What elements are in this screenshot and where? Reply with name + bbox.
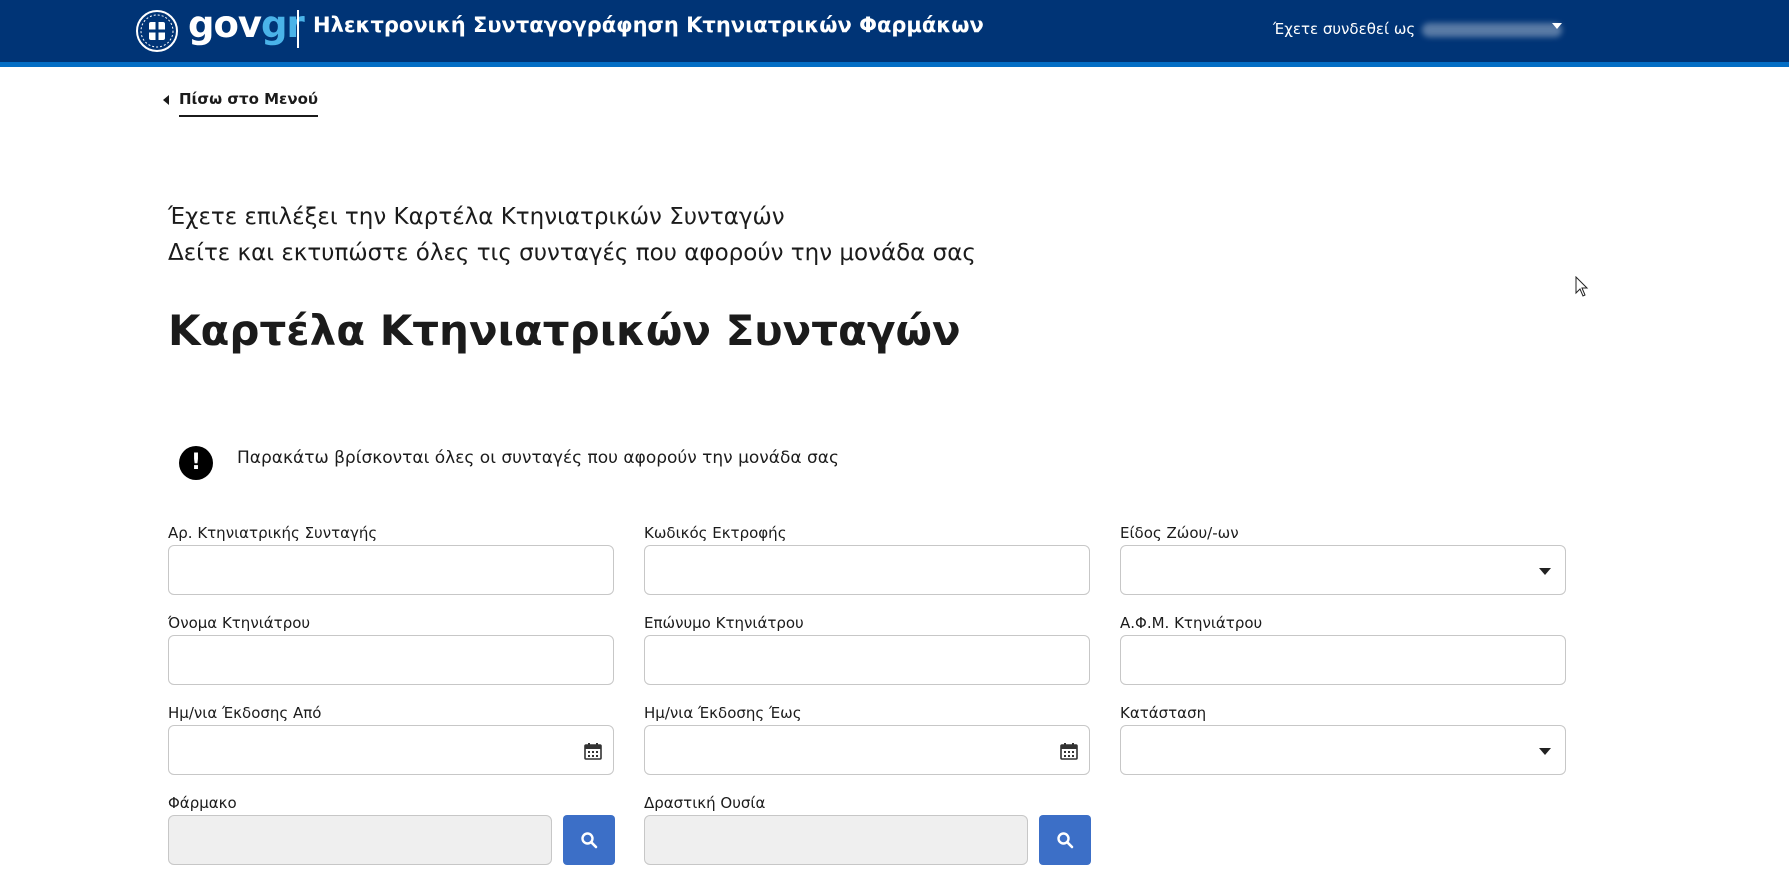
search-icon: [1057, 832, 1074, 849]
active-substance-input[interactable]: [645, 816, 1027, 864]
drug-input[interactable]: [169, 816, 551, 864]
header-accent-strip: [0, 62, 1789, 67]
top-header: govgr Ηλεκτρονική Συνταγογράφηση Κτηνιατ…: [0, 0, 1789, 62]
active-substance-label: Δραστική Ουσία: [644, 794, 766, 812]
notice-text: Παρακάτω βρίσκονται όλες οι συνταγές που…: [237, 448, 839, 468]
chevron-down-icon[interactable]: [1552, 23, 1562, 29]
chevron-down-icon: [1539, 748, 1551, 755]
prescription-number-input[interactable]: [169, 546, 613, 594]
issue-date-from-input[interactable]: [169, 726, 613, 774]
prescription-number-field[interactable]: [168, 545, 614, 595]
page-title: Καρτέλα Κτηνιατρικών Συνταγών: [168, 306, 961, 355]
prescription-number-label: Αρ. Κτηνιατρικής Συνταγής: [168, 524, 378, 542]
drug-field[interactable]: [168, 815, 552, 865]
farm-code-label: Κωδικός Εκτροφής: [644, 524, 787, 542]
issue-date-to-label: Ημ/νια Έκδοσης Έως: [644, 704, 802, 722]
intro-text: Έχετε επιλέξει την Καρτέλα Κτηνιατρικών …: [168, 199, 976, 271]
issue-date-to-field[interactable]: [644, 725, 1090, 775]
vet-first-name-label: Όνομα Κτηνιάτρου: [168, 614, 311, 632]
animal-species-label: Είδος Ζώου/-ων: [1120, 524, 1239, 542]
vet-tax-id-field[interactable]: [1120, 635, 1566, 685]
header-divider: [297, 10, 299, 48]
issue-date-to-input[interactable]: [645, 726, 1089, 774]
animal-species-select[interactable]: [1120, 545, 1566, 595]
caret-left-icon: [163, 94, 169, 105]
user-menu[interactable]: Έχετε συνδεθεί ως: [1273, 20, 1562, 38]
active-substance-field[interactable]: [644, 815, 1028, 865]
intro-line-2: Δείτε και εκτυπώστε όλες τις συνταγές πο…: [168, 240, 976, 266]
drug-search-button[interactable]: [563, 815, 615, 865]
vet-tax-id-label: Α.Φ.Μ. Κτηνιάτρου: [1120, 614, 1263, 632]
exclamation-icon: !: [179, 446, 213, 480]
active-substance-search-button[interactable]: [1039, 815, 1091, 865]
vet-first-name-field[interactable]: [168, 635, 614, 685]
status-label: Κατάσταση: [1120, 704, 1207, 722]
govgr-logo[interactable]: govgr: [188, 3, 305, 47]
back-to-menu-link[interactable]: Πίσω στο Μενού: [163, 90, 319, 117]
status-select[interactable]: [1120, 725, 1566, 775]
app-title: Ηλεκτρονική Συνταγογράφηση Κτηνιατρικών …: [313, 13, 984, 37]
vet-tax-id-input[interactable]: [1121, 636, 1565, 684]
chevron-down-icon: [1539, 568, 1551, 575]
intro-line-1: Έχετε επιλέξει την Καρτέλα Κτηνιατρικών …: [168, 204, 785, 230]
issue-date-from-label: Ημ/νια Έκδοσης Από: [168, 704, 322, 722]
mouse-cursor-icon: [1575, 276, 1589, 297]
vet-last-name-input[interactable]: [645, 636, 1089, 684]
user-name-redacted: [1422, 22, 1562, 37]
back-link-label: Πίσω στο Μενού: [179, 90, 319, 117]
calendar-icon[interactable]: [1059, 741, 1079, 761]
greek-emblem-logo: [136, 10, 178, 52]
signed-in-label: Έχετε συνδεθεί ως: [1273, 20, 1416, 38]
calendar-icon[interactable]: [583, 741, 603, 761]
farm-code-input[interactable]: [645, 546, 1089, 594]
farm-code-field[interactable]: [644, 545, 1090, 595]
vet-last-name-label: Επώνυμο Κτηνιάτρου: [644, 614, 804, 632]
drug-label: Φάρμακο: [168, 794, 237, 812]
issue-date-from-field[interactable]: [168, 725, 614, 775]
vet-last-name-field[interactable]: [644, 635, 1090, 685]
vet-first-name-input[interactable]: [169, 636, 613, 684]
search-icon: [581, 832, 598, 849]
